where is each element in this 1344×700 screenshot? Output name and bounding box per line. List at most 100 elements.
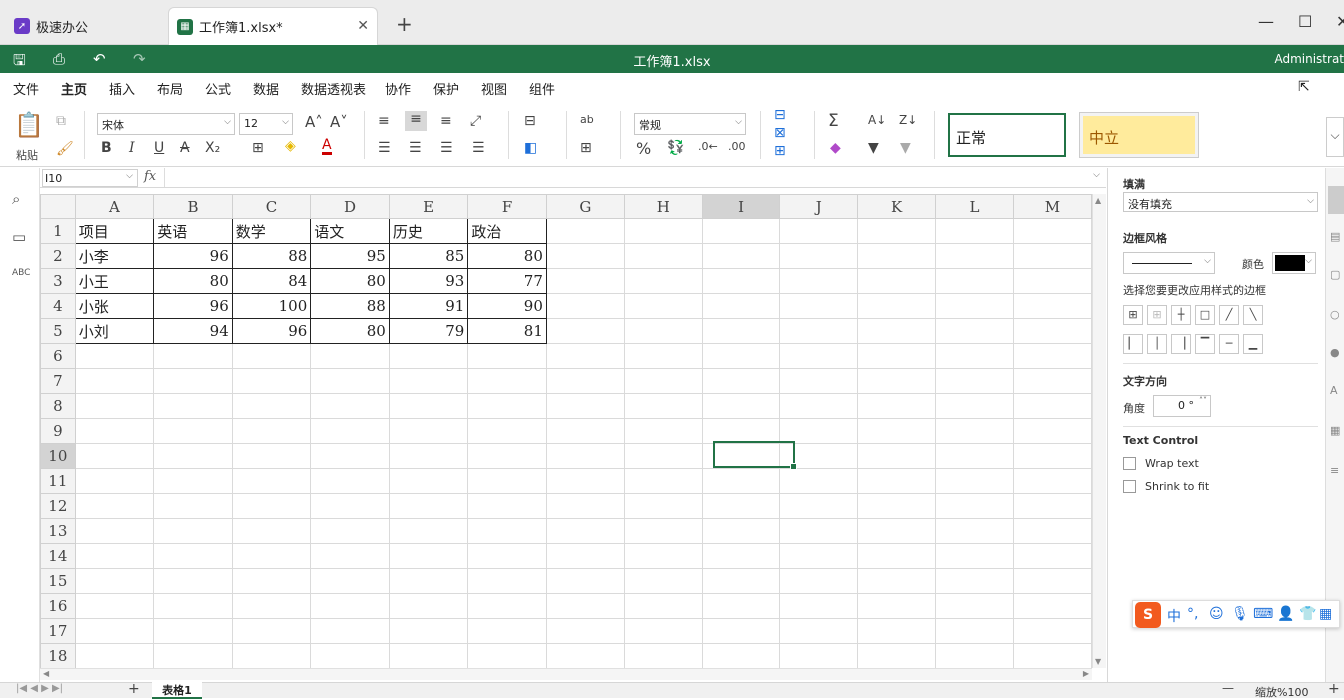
cell[interactable]	[935, 243, 1014, 269]
menu-insert[interactable]: 插入	[109, 79, 135, 98]
cell[interactable]: 80	[310, 318, 390, 344]
cell[interactable]: 历史	[388, 218, 469, 244]
expand-formula-icon[interactable]: ⌵	[1093, 170, 1100, 180]
table-tab-icon[interactable]: ▦	[1330, 424, 1340, 437]
cell[interactable]: 80	[153, 268, 233, 294]
cell[interactable]	[74, 468, 155, 494]
cell[interactable]	[779, 468, 859, 494]
underline-icon[interactable]: U	[154, 140, 164, 156]
cell[interactable]	[74, 643, 155, 668]
cell[interactable]: 80	[310, 268, 390, 294]
cell[interactable]	[310, 343, 390, 369]
cell[interactable]	[701, 493, 781, 519]
increase-decimal-icon[interactable]: .00	[728, 140, 746, 153]
cell[interactable]	[388, 393, 469, 419]
cell[interactable]: 95	[310, 243, 390, 269]
align-left-icon[interactable]: ☰	[378, 140, 391, 156]
percent-icon[interactable]: %	[636, 139, 651, 158]
cell[interactable]	[153, 368, 233, 394]
italic-icon[interactable]: I	[129, 140, 135, 156]
cell[interactable]	[701, 293, 781, 319]
cell[interactable]	[935, 618, 1014, 644]
sogou-logo-icon[interactable]: S	[1135, 602, 1161, 628]
cell[interactable]	[388, 518, 469, 544]
cell[interactable]	[1012, 443, 1092, 469]
cell[interactable]	[310, 593, 390, 619]
insert-rows-icon[interactable]: ⊟	[774, 107, 786, 123]
cell[interactable]	[545, 268, 625, 294]
cell[interactable]	[388, 418, 469, 444]
user-icon[interactable]: 👤	[1277, 606, 1294, 622]
cell[interactable]	[701, 568, 781, 594]
cell[interactable]	[231, 568, 312, 594]
cell[interactable]	[231, 368, 312, 394]
format-rows-icon[interactable]: ⊞	[774, 143, 786, 159]
cell[interactable]	[467, 568, 547, 594]
cell[interactable]	[779, 568, 859, 594]
cell[interactable]	[153, 643, 233, 668]
cell[interactable]	[153, 468, 233, 494]
cell[interactable]	[74, 593, 155, 619]
cell[interactable]	[623, 543, 703, 569]
cell[interactable]	[388, 443, 469, 469]
top-border-icon[interactable]: ▔	[1195, 334, 1215, 354]
cell[interactable]	[1012, 618, 1092, 644]
paste-icon[interactable]: 📋	[14, 111, 44, 139]
font-color-icon[interactable]: A	[322, 138, 332, 155]
align-top-icon[interactable]: ≡	[378, 113, 390, 129]
angle-input[interactable]: 0 ° ˄˅	[1153, 395, 1211, 417]
align-bottom-icon[interactable]: ≡	[440, 113, 452, 129]
column-header[interactable]: I	[701, 194, 781, 219]
cell[interactable]	[623, 218, 703, 244]
formula-input[interactable]	[170, 170, 1090, 186]
tab-workbook[interactable]: ▦ 工作簿1.xlsx* ✕	[168, 7, 378, 45]
cell[interactable]	[545, 243, 625, 269]
close-tab-icon[interactable]: ✕	[357, 18, 369, 34]
cell[interactable]	[153, 568, 233, 594]
cell[interactable]	[545, 318, 625, 344]
cell[interactable]	[857, 568, 937, 594]
cell[interactable]	[779, 493, 859, 519]
cell[interactable]	[935, 643, 1014, 668]
border-color-select[interactable]: ⌵	[1272, 252, 1316, 274]
subscript-icon[interactable]: X₂	[205, 140, 220, 156]
cell[interactable]	[623, 418, 703, 444]
cell[interactable]	[310, 543, 390, 569]
ime-punct-toggle[interactable]: °,	[1187, 606, 1198, 622]
cell[interactable]	[1012, 243, 1092, 269]
cell[interactable]: 英语	[153, 218, 233, 244]
cell[interactable]	[701, 618, 781, 644]
cell[interactable]	[545, 618, 625, 644]
cell[interactable]	[231, 543, 312, 569]
cell[interactable]	[545, 643, 625, 668]
cell[interactable]	[935, 393, 1014, 419]
cell[interactable]: 88	[310, 293, 390, 319]
cell[interactable]	[545, 518, 625, 544]
scroll-up-icon[interactable]: ▲	[1095, 196, 1101, 205]
cell[interactable]: 小张	[74, 293, 155, 319]
fill-color-icon[interactable]: ◈	[285, 138, 296, 154]
row-header[interactable]: 13	[40, 518, 76, 544]
column-header[interactable]: A	[74, 194, 155, 219]
cell[interactable]	[310, 368, 390, 394]
cell[interactable]	[467, 518, 547, 544]
cell[interactable]	[701, 393, 781, 419]
wrap-text-checkbox[interactable]	[1123, 457, 1136, 470]
cell[interactable]	[1012, 543, 1092, 569]
cell[interactable]	[857, 468, 937, 494]
cell[interactable]: 小王	[74, 268, 155, 294]
cell[interactable]	[701, 593, 781, 619]
image-tab-icon[interactable]: ▢	[1330, 268, 1340, 281]
cell[interactable]	[1012, 343, 1092, 369]
inner-borders-icon[interactable]: ⊞	[1147, 305, 1167, 325]
close-window-button[interactable]: ✕	[1336, 12, 1344, 31]
sheet-tab[interactable]: 表格1	[152, 682, 202, 699]
search-icon[interactable]: ⌕	[12, 190, 20, 208]
cell[interactable]	[779, 593, 859, 619]
scroll-right-icon[interactable]: ▶	[1083, 669, 1089, 678]
cell[interactable]	[1012, 468, 1092, 494]
cell[interactable]	[231, 593, 312, 619]
open-file-icon[interactable]: ⇱	[1298, 79, 1310, 95]
cell[interactable]: 91	[388, 293, 469, 319]
cell[interactable]	[701, 268, 781, 294]
